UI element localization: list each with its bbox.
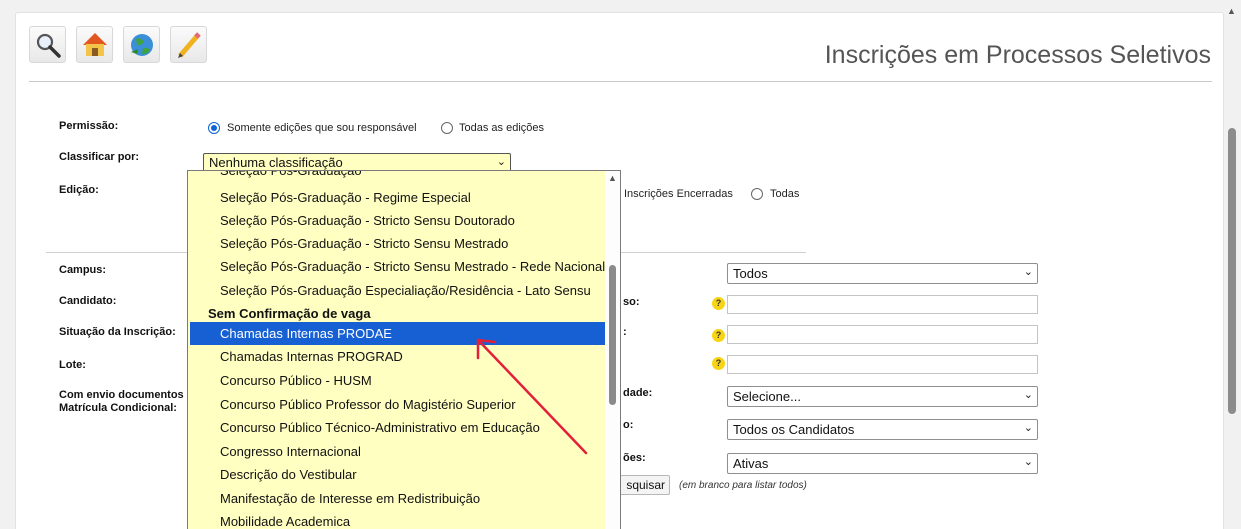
dropdown-option[interactable]: Seleção Pós-Graduação Especialiação/Resi… [188,279,606,302]
edicao-label: Edição: [59,184,99,196]
situacao-label: Situação da Inscrição: [59,326,176,338]
partial-label-colon: : [623,326,627,338]
campus-select[interactable]: Todos ⌄ [727,263,1038,284]
classificar-label: Classificar por: [59,151,140,163]
candidato-label: Candidato: [59,295,117,307]
envio-documentos-label: Com envio documentos [59,389,184,401]
selecione-select-value: Selecione... [733,389,801,404]
dropdown-option[interactable]: Concurso Público Técnico-Administrativo … [188,416,606,439]
dropdown-option[interactable]: Seleção Pós-Graduação - Stricto Sensu Me… [188,255,606,278]
permissao-label: Permissão: [59,120,119,132]
permissao-radio-todas[interactable] [441,122,453,134]
classificar-select-value: Nenhuma classificação [209,155,343,170]
page-title: Inscrições em Processos Seletivos [824,41,1211,69]
help-icon[interactable]: ? [712,357,725,370]
edicao-option-encerradas: Inscrições Encerradas [624,188,733,200]
search-hint: (em branco para listar todos) [679,480,807,491]
dropdown-option[interactable]: Seleção Pós-Graduação [188,171,606,182]
dropdown-option-highlighted[interactable]: Chamadas Internas PRODAE [190,322,606,345]
dropdown-option[interactable]: Congresso Internacional [188,440,606,463]
dropdown-option[interactable]: Descrição do Vestibular [188,463,606,486]
partial-label-so: so: [623,296,640,308]
home-tool-button[interactable] [76,26,113,63]
partial-label-oes: ões: [623,452,646,464]
campus-select-value: Todos [733,266,768,281]
home-icon [83,33,107,56]
candidatos-select[interactable]: Todos os Candidatos ⌄ [727,419,1038,440]
dropdown-option[interactable]: Seleção Pós-Graduação - Stricto Sensu Me… [188,232,606,255]
chevron-down-icon: ⌄ [1023,266,1033,278]
help-icon[interactable]: ? [712,329,725,342]
dropdown-option[interactable]: Concurso Público - HUSM [188,369,606,392]
edicao-option-todas: Todas [770,188,800,200]
dropdown-option[interactable]: Seleção Pós-Graduação - Regime Especial [188,186,606,209]
permissao-option-todas: Todas as edições [459,122,544,134]
text-input-2[interactable] [727,325,1038,344]
chevron-down-icon: ⌄ [496,156,506,168]
pesquisar-button-label: squisar [626,478,665,492]
partial-label-dade: dade: [623,387,653,399]
candidatos-select-value: Todos os Candidatos [733,422,855,437]
ativas-select[interactable]: Ativas ⌄ [727,453,1038,474]
dropdown-group-label: Sem Confirmação de vaga [208,306,371,321]
permissao-radio-responsavel[interactable] [208,122,220,134]
selecione-select[interactable]: Selecione... ⌄ [727,386,1038,407]
dropdown-option[interactable]: Concurso Público Professor do Magistério… [188,393,606,416]
text-input-3[interactable] [727,355,1038,374]
scroll-up-icon[interactable]: ▲ [608,173,617,183]
dropdown-option[interactable]: Mobilidade Academica [188,510,606,529]
dropdown-scroll-thumb[interactable] [609,265,616,405]
edit-icon [178,32,201,58]
scroll-thumb[interactable] [1228,128,1236,414]
dropdown-scrollbar[interactable]: ▲ [605,171,620,529]
chevron-down-icon: ⌄ [1023,422,1033,434]
edit-tool-button[interactable] [170,26,207,63]
permissao-option-responsavel: Somente edições que sou responsável [227,122,417,134]
search-icon [36,33,61,58]
matricula-condicional-label: Matrícula Condicional: [59,402,177,414]
lote-label: Lote: [59,359,86,371]
search-tool-button[interactable] [29,26,66,63]
chevron-down-icon: ⌄ [1023,389,1033,401]
chevron-down-icon: ⌄ [1023,456,1033,468]
text-input-1[interactable] [727,295,1038,314]
edicao-radio-todas[interactable] [751,188,763,200]
title-divider [29,81,1212,82]
globe-icon [131,34,153,56]
page-scrollbar[interactable]: ▲ [1224,0,1241,529]
scroll-up-icon[interactable]: ▲ [1227,6,1236,16]
classificar-dropdown-list[interactable]: Seleção Pós-Graduação Seleção Pós-Gradua… [187,170,621,529]
help-icon[interactable]: ? [712,297,725,310]
partial-label-o: o: [623,419,634,431]
campus-label: Campus: [59,264,107,276]
dropdown-option[interactable]: Seleção Pós-Graduação - Stricto Sensu Do… [188,209,606,232]
globe-tool-button[interactable] [123,26,160,63]
dropdown-option[interactable]: Manifestação de Interesse em Redistribui… [188,487,606,510]
dropdown-option[interactable]: Chamadas Internas PROGRAD [188,345,606,368]
ativas-select-value: Ativas [733,456,769,471]
